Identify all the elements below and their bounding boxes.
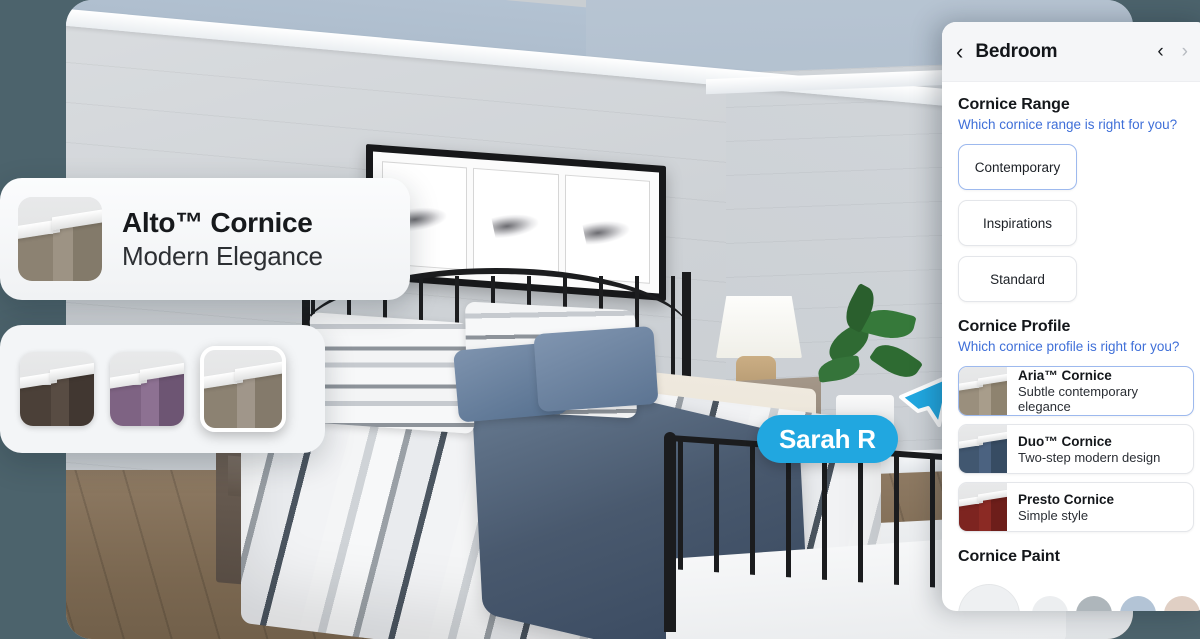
cornice-wall-a <box>18 233 55 281</box>
presto-cornice-texts: Presto Cornice Simple style <box>1007 492 1114 523</box>
bed-pillow <box>309 312 475 434</box>
duo-cornice-desc: Two-step modern design <box>1018 449 1161 465</box>
panel-nav-group: ‹ › <box>1157 41 1188 63</box>
cornice-wall-c <box>73 218 102 281</box>
cornice-wall-c <box>990 495 1007 531</box>
cornice-range-option-contemporary[interactable]: Contemporary <box>958 144 1077 190</box>
cornice-profile-help-link[interactable]: Which cornice profile is right for you? <box>958 339 1194 354</box>
configurator-panel: ‹ Bedroom ‹ › Cornice Range Which cornic… <box>942 22 1200 611</box>
cornice-illustration <box>110 352 184 426</box>
cornice-wall-a <box>20 384 53 426</box>
cornice-paint-title: Cornice Paint <box>958 548 1060 565</box>
cornice-illustration <box>959 367 1007 415</box>
cornice-profile-icon <box>18 197 102 281</box>
cornice-range-option-inspirations[interactable]: Inspirations <box>958 200 1077 246</box>
cornice-profile-options: Aria™ Cornice Subtle contemporary elegan… <box>958 366 1194 532</box>
bed-footpost-left <box>664 432 676 632</box>
cornice-wall-c <box>158 371 184 426</box>
presto-cornice-desc: Simple style <box>1018 507 1089 523</box>
aria-cornice-name: Aria™ Cornice <box>1018 368 1112 383</box>
cornice-illustration <box>959 425 1007 473</box>
duo-cornice-icon <box>959 425 1007 473</box>
cornice-wall-a <box>959 446 981 473</box>
paint-swatch-selected[interactable] <box>958 584 1020 611</box>
aria-cornice-icon <box>959 367 1007 415</box>
cornice-range-option-standard[interactable]: Standard <box>958 256 1077 302</box>
cornice-range-help-link[interactable]: Which cornice range is right for you? <box>958 117 1194 132</box>
duo-cornice-name: Duo™ Cornice <box>1018 433 1112 449</box>
aria-cornice-texts: Aria™ Cornice Subtle contemporary elegan… <box>1007 368 1193 414</box>
cornice-range-options: Contemporary Inspirations Standard <box>958 144 1194 302</box>
lamp-shade <box>716 296 802 358</box>
cornice-illustration <box>204 350 282 428</box>
presto-cornice-icon <box>959 483 1007 531</box>
cornice-wall-b <box>236 374 258 428</box>
aria-cornice-desc: Subtle contemporary elegance <box>1018 384 1138 414</box>
paint-swatch-off-white[interactable] <box>1032 596 1068 611</box>
nav-next-icon[interactable]: › <box>1182 41 1188 63</box>
cornice-wall-c <box>990 437 1007 473</box>
product-info-texts: Alto™ Cornice Modern Elegance <box>122 207 323 272</box>
panel-header: ‹ Bedroom ‹ › <box>942 22 1200 82</box>
product-subtitle: Modern Elegance <box>122 240 323 271</box>
nav-prev-icon[interactable]: ‹ <box>1157 41 1163 63</box>
cornice-illustration <box>20 352 94 426</box>
wall-art-panel <box>564 174 650 284</box>
collaborator-cursor-label: Sarah R <box>757 415 898 463</box>
cornice-range-title: Cornice Range <box>958 96 1070 113</box>
variant-swatch-2[interactable] <box>200 346 286 432</box>
cornice-profile-option-duo[interactable]: Duo™ Cornice Two-step modern design <box>958 424 1194 474</box>
cornice-wall-a <box>204 384 239 428</box>
panel-title: Bedroom <box>975 40 1058 62</box>
cornice-profile-option-presto[interactable]: Presto Cornice Simple style <box>958 482 1194 532</box>
cornice-wall-c <box>68 371 94 426</box>
cornice-paint-swatches: White on … <box>958 578 1200 611</box>
cornice-profile-title: Cornice Profile <box>958 318 1071 335</box>
paint-swatch-beige[interactable] <box>1164 596 1200 611</box>
variant-swatch-0[interactable] <box>20 352 94 426</box>
cornice-wall-a <box>959 388 981 415</box>
variant-swatch-1[interactable] <box>110 352 184 426</box>
cornice-wall-a <box>959 504 981 531</box>
chevron-left-icon[interactable]: ‹ <box>956 40 963 63</box>
cornice-illustration <box>18 197 102 281</box>
product-info-card[interactable]: Alto™ Cornice Modern Elegance <box>0 178 410 300</box>
cornice-wall-a <box>110 384 143 426</box>
duo-cornice-texts: Duo™ Cornice Two-step modern design <box>1007 434 1160 465</box>
cornice-wall-b <box>53 223 76 281</box>
panel-body: Cornice Range Which cornice range is rig… <box>942 82 1200 611</box>
cornice-wall-c <box>990 379 1007 415</box>
paint-swatch-light-blue[interactable] <box>1120 596 1156 611</box>
presto-cornice-name: Presto Cornice <box>1018 491 1115 507</box>
wall-art-panel <box>473 167 559 278</box>
cornice-wall-c <box>255 370 282 428</box>
cornice-illustration <box>959 483 1007 531</box>
cornice-profile-option-aria[interactable]: Aria™ Cornice Subtle contemporary elegan… <box>958 366 1194 416</box>
bed-cushion <box>533 325 659 413</box>
product-title: Alto™ Cornice <box>122 206 313 238</box>
app-stage: Alto™ Cornice Modern Elegance Sarah R ‹ … <box>0 0 1200 639</box>
variant-strip-card[interactable] <box>0 325 325 453</box>
paint-swatch-grey[interactable] <box>1076 596 1112 611</box>
